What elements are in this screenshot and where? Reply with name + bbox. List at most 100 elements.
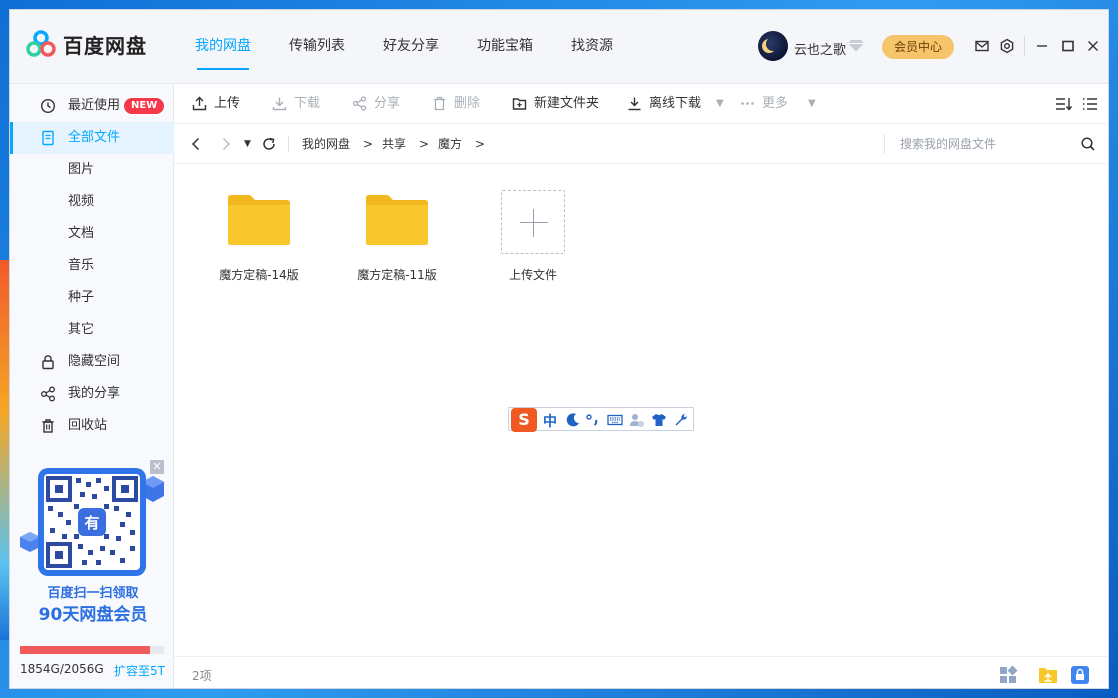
breadcrumb-divider — [288, 136, 289, 152]
new-badge: NEW — [124, 98, 165, 114]
upload-button[interactable]: 上传 — [192, 96, 252, 112]
delete-button[interactable]: 删除 — [432, 96, 492, 112]
plus-icon — [520, 222, 548, 223]
main-nav: 我的网盘 传输列表 好友分享 功能宝箱 找资源 — [195, 10, 651, 84]
svg-text:有: 有 — [84, 514, 99, 532]
clock-icon — [40, 98, 56, 114]
share-button[interactable]: 分享 — [352, 96, 412, 112]
forward-icon[interactable] — [218, 136, 234, 152]
sidebar-item-label: 最近使用 — [68, 98, 121, 113]
search-icon[interactable] — [1080, 136, 1096, 152]
sidebar-item-my-shares[interactable]: 我的分享 — [10, 378, 174, 410]
wrench-icon[interactable] — [673, 412, 689, 428]
storage-progress-bar — [20, 646, 164, 654]
vip-center-button[interactable]: 会员中心 — [882, 35, 954, 59]
sidebar-item-images[interactable]: 图片 — [10, 154, 174, 186]
tab-transfer-list[interactable]: 传输列表 — [289, 10, 345, 84]
close-icon[interactable] — [1085, 38, 1101, 54]
diamond-icon[interactable] — [848, 39, 864, 52]
promo-close-button[interactable]: ✕ — [150, 460, 164, 474]
sidebar-item-all-files[interactable]: 全部文件 — [10, 122, 174, 154]
folder-upload-icon[interactable] — [1038, 665, 1058, 685]
breadcrumb-item-my-disk[interactable]: 我的网盘 — [302, 136, 350, 152]
item-count: 2项 — [192, 669, 212, 683]
share-label: 分享 — [374, 96, 401, 111]
breadcrumb-bar: ▼ 我的网盘 > 共享 > 魔方 > — [174, 124, 1108, 164]
sidebar-item-recent[interactable]: 最近使用 NEW — [10, 90, 174, 122]
folder-item[interactable]: 魔方定稿-11版 — [334, 184, 454, 294]
search-input[interactable] — [900, 134, 1070, 154]
offline-download-dropdown-icon[interactable]: ▼ — [716, 96, 724, 112]
sidebar-item-hidden-space[interactable]: 隐藏空间 — [10, 346, 174, 378]
sidebar-item-recycle-bin[interactable]: 回收站 — [10, 410, 174, 442]
breadcrumb-separator: > — [363, 137, 374, 151]
document-icon — [42, 130, 54, 146]
ime-toolbar[interactable]: S 中 — [508, 407, 694, 432]
avatar[interactable] — [758, 31, 788, 61]
minimize-icon[interactable] — [1034, 38, 1050, 54]
lock-icon[interactable] — [1070, 665, 1090, 685]
offline-download-label: 离线下载 — [649, 96, 702, 111]
new-folder-icon — [512, 98, 527, 110]
shirt-icon[interactable] — [651, 412, 667, 428]
cloud-logo-icon — [26, 30, 56, 57]
sort-icon[interactable] — [1055, 96, 1073, 112]
sidebar-item-label: 图片 — [68, 162, 95, 177]
settings-icon[interactable] — [999, 38, 1015, 54]
more-label: 更多 — [762, 96, 789, 111]
tab-friend-share[interactable]: 好友分享 — [383, 10, 439, 84]
tab-toolbox[interactable]: 功能宝箱 — [477, 10, 533, 84]
desktop-wallpaper-edge — [0, 260, 9, 640]
sidebar-item-music[interactable]: 音乐 — [10, 250, 174, 282]
offline-download-button[interactable]: 离线下载 — [627, 96, 711, 112]
storage-progress-fill — [20, 646, 150, 654]
sidebar-item-videos[interactable]: 视频 — [10, 186, 174, 218]
punctuation-icon[interactable] — [585, 412, 601, 428]
refresh-icon[interactable] — [261, 136, 277, 152]
trash-icon — [434, 96, 445, 111]
list-view-icon[interactable] — [1082, 96, 1098, 112]
tab-my-disk[interactable]: 我的网盘 — [195, 10, 251, 84]
back-icon[interactable] — [188, 136, 204, 152]
grid-apps-icon[interactable] — [998, 665, 1018, 685]
user-name[interactable]: 云也之歌 — [794, 39, 846, 58]
maximize-icon[interactable] — [1060, 38, 1076, 54]
upload-file-tile[interactable] — [501, 190, 565, 254]
new-folder-label: 新建文件夹 — [534, 96, 600, 111]
moon-icon[interactable] — [565, 412, 581, 428]
new-folder-button[interactable]: 新建文件夹 — [512, 96, 608, 112]
offline-download-icon — [628, 97, 641, 111]
keyboard-icon[interactable] — [607, 412, 623, 428]
more-dropdown-icon[interactable]: ▼ — [808, 96, 816, 112]
sidebar-item-label: 视频 — [68, 194, 95, 209]
more-button[interactable]: 更多 — [740, 96, 800, 112]
qr-pattern-icon: 有 — [46, 476, 138, 568]
app-window: 百度网盘 我的网盘 传输列表 好友分享 功能宝箱 找资源 云也之歌 会员中心 最… — [9, 9, 1109, 689]
folder-icon — [228, 195, 290, 245]
expand-storage-link[interactable]: 扩容至5T — [114, 662, 165, 679]
qr-code: 有 — [38, 468, 146, 576]
ime-logo-icon[interactable]: S — [511, 408, 537, 432]
history-dropdown-icon[interactable]: ▼ — [244, 136, 251, 152]
sidebar-item-label: 我的分享 — [68, 386, 121, 401]
folder-name: 魔方定稿-14版 — [219, 268, 299, 282]
storage-usage-text: 1854G/2056G — [20, 662, 104, 676]
sidebar-item-documents[interactable]: 文档 — [10, 218, 174, 250]
folder-item[interactable]: 魔方定稿-14版 — [196, 184, 316, 294]
upload-file-label[interactable]: 上传文件 — [473, 266, 593, 283]
user-icon[interactable] — [629, 412, 645, 428]
mail-icon[interactable] — [974, 38, 990, 54]
ime-mode-toggle[interactable]: 中 — [543, 411, 557, 431]
plus-icon — [533, 209, 534, 237]
sidebar-item-torrents[interactable]: 种子 — [10, 282, 174, 314]
folder-name: 魔方定稿-11版 — [357, 268, 437, 282]
download-label: 下载 — [294, 96, 321, 111]
sidebar-item-others[interactable]: 其它 — [10, 314, 174, 346]
vip-promo-banner[interactable]: 有 ✕ 百度扫一扫领取 90天网盘会员 — [18, 460, 168, 628]
breadcrumb-item-rubiks[interactable]: 魔方 — [438, 136, 462, 152]
breadcrumb-item-shared[interactable]: 共享 — [382, 136, 406, 152]
tab-find-resources[interactable]: 找资源 — [571, 10, 613, 84]
sidebar-item-label: 音乐 — [68, 258, 95, 273]
download-button[interactable]: 下载 — [272, 96, 332, 112]
promo-line-1: 百度扫一扫领取 — [47, 586, 139, 601]
